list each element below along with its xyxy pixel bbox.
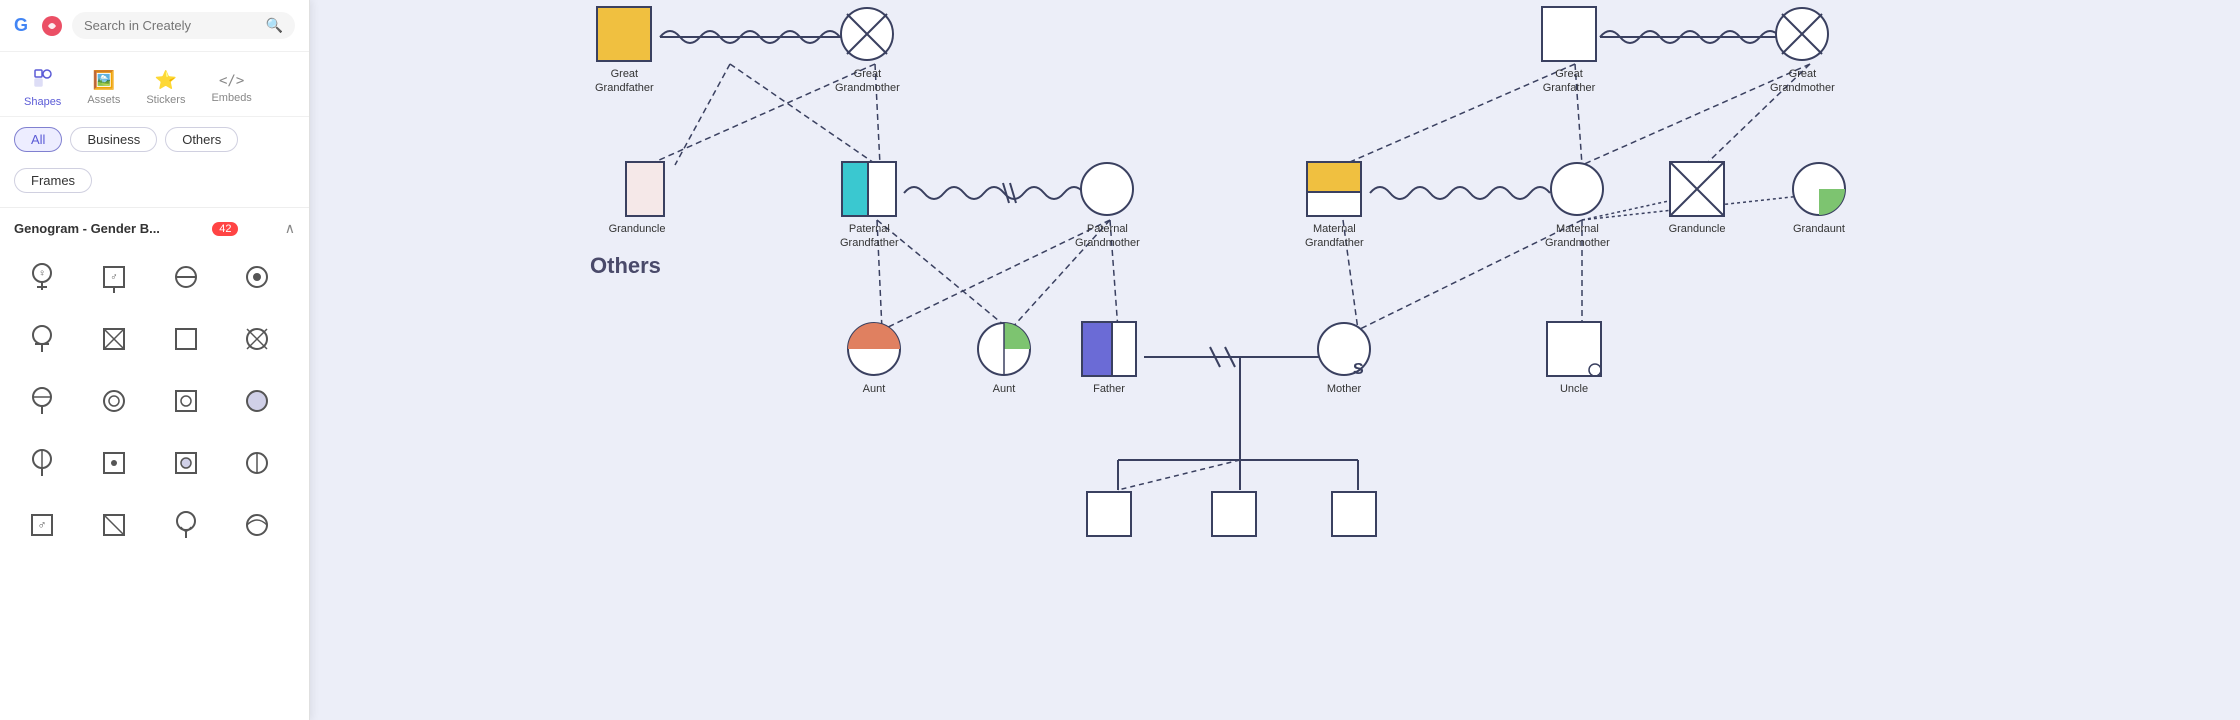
filter-row: All Business Others Frames <box>0 117 309 203</box>
tab-embeds-label: Embeds <box>211 92 251 104</box>
maternal-gf[interactable]: MaternalGrandfather <box>1305 160 1364 251</box>
shape-dot[interactable] <box>229 249 285 305</box>
tab-stickers-label: Stickers <box>146 94 185 106</box>
great-gf-maternal-label: GreatGranfather <box>1543 67 1596 96</box>
granduncle-maternal[interactable]: Granduncle <box>1668 160 1726 236</box>
shape-male[interactable]: ♂ <box>86 249 142 305</box>
maternal-gm-label: MaternalGrandmother <box>1545 222 1610 251</box>
shape-f6[interactable] <box>14 435 70 491</box>
great-gf-maternal[interactable]: GreatGranfather <box>1540 5 1598 96</box>
shape-f9[interactable] <box>229 497 285 553</box>
shapes-icon <box>33 68 53 93</box>
genogram-section: Genogram - Gender B... 42 ∧ ♀ ♂ <box>0 212 309 561</box>
child2[interactable] <box>1210 490 1258 538</box>
paternal-gm-label: PaternalGrandmother <box>1075 222 1140 251</box>
aunt1[interactable]: Aunt <box>845 320 903 396</box>
paternal-gf[interactable]: PaternalGrandfather <box>840 160 899 251</box>
shape-unknown[interactable] <box>158 249 214 305</box>
shape-m6[interactable] <box>158 435 214 491</box>
shape-f7[interactable] <box>229 435 285 491</box>
svg-canvas <box>310 0 2240 720</box>
paternal-gm[interactable]: PaternalGrandmother <box>1075 160 1140 251</box>
tab-assets-label: Assets <box>87 94 120 106</box>
tab-stickers[interactable]: ⭐ Stickers <box>136 64 195 114</box>
mother-label: Mother <box>1327 382 1361 396</box>
child1[interactable] <box>1085 490 1133 538</box>
aunt1-label: Aunt <box>863 382 886 396</box>
shape-f4[interactable] <box>14 373 70 429</box>
shape-female[interactable]: ♀ <box>14 249 70 305</box>
embeds-icon: </> <box>219 73 244 89</box>
divider <box>0 207 309 208</box>
google-icon: G <box>14 15 28 36</box>
mother[interactable]: S Mother <box>1315 320 1373 396</box>
shape-m4[interactable] <box>158 373 214 429</box>
granduncle-paternal[interactable]: Granduncle <box>608 160 666 236</box>
shape-dot2[interactable] <box>86 373 142 429</box>
uncle[interactable]: Uncle <box>1545 320 1603 396</box>
section-badge: 42 <box>212 222 238 236</box>
svg-text:♂: ♂ <box>110 272 118 283</box>
section-header: Genogram - Gender B... 42 ∧ <box>14 220 295 237</box>
shape-f2[interactable] <box>14 311 70 367</box>
shape-m3[interactable] <box>158 311 214 367</box>
great-gm-maternal-label: GreatGrandmother <box>1770 67 1835 96</box>
great-gm-paternal-label: GreatGrandmother <box>835 67 900 96</box>
granduncle-paternal-label: Granduncle <box>609 222 666 236</box>
great-gf-paternal[interactable]: GreatGrandfather <box>595 5 654 96</box>
grandaunt[interactable]: Grandaunt <box>1790 160 1848 236</box>
aunt2-label: Aunt <box>993 382 1016 396</box>
shapes-grid: ♀ ♂ <box>14 245 295 557</box>
grandaunt-label: Grandaunt <box>1793 222 1845 236</box>
tab-shapes-label: Shapes <box>24 96 61 108</box>
filter-others[interactable]: Others <box>165 127 238 152</box>
maternal-gm[interactable]: MaternalGrandmother <box>1545 160 1610 251</box>
shape-f5[interactable] <box>229 373 285 429</box>
granduncle-maternal-label: Granduncle <box>1669 222 1726 236</box>
search-bar: G 🔍 <box>0 0 309 52</box>
father[interactable]: Father <box>1080 320 1138 396</box>
tab-shapes[interactable]: Shapes <box>14 62 71 116</box>
tab-row: Shapes 🖼️ Assets ⭐ Stickers </> Embeds <box>0 52 309 117</box>
great-gf-paternal-label: GreatGrandfather <box>595 67 654 96</box>
shape-f8[interactable] <box>158 497 214 553</box>
search-input[interactable] <box>84 18 260 33</box>
sidebar: G 🔍 Shapes 🖼️ Assets <box>0 0 310 720</box>
great-gm-maternal[interactable]: GreatGrandmother <box>1770 5 1835 96</box>
great-gm-paternal[interactable]: GreatGrandmother <box>835 5 900 96</box>
svg-text:S: S <box>1353 361 1364 378</box>
section-title: Genogram - Gender B... <box>14 221 160 236</box>
others-label: Others <box>590 253 661 279</box>
tab-assets[interactable]: 🖼️ Assets <box>77 64 130 114</box>
tab-embeds[interactable]: </> Embeds <box>201 67 261 112</box>
canvas[interactable]: GreatGrandfather GreatGrandmother GreatG… <box>310 0 2240 720</box>
filter-all[interactable]: All <box>14 127 62 152</box>
search-icon: 🔍 <box>266 17 283 34</box>
uncle-label: Uncle <box>1560 382 1588 396</box>
svg-text:♀: ♀ <box>38 268 46 279</box>
shape-m7[interactable]: ♂ <box>14 497 70 553</box>
filter-business[interactable]: Business <box>70 127 157 152</box>
svg-text:♂: ♂ <box>38 518 47 532</box>
father-label: Father <box>1093 382 1125 396</box>
collapse-icon[interactable]: ∧ <box>285 220 295 237</box>
search-input-wrap[interactable]: 🔍 <box>72 12 295 39</box>
stickers-icon: ⭐ <box>155 70 177 91</box>
child3[interactable] <box>1330 490 1378 538</box>
shape-m8[interactable] <box>86 497 142 553</box>
frames-button[interactable]: Frames <box>14 168 92 193</box>
paternal-gf-label: PaternalGrandfather <box>840 222 899 251</box>
maternal-gf-label: MaternalGrandfather <box>1305 222 1364 251</box>
shape-f3[interactable] <box>229 311 285 367</box>
assets-icon: 🖼️ <box>93 70 115 91</box>
shape-m2[interactable] <box>86 311 142 367</box>
aunt2[interactable]: Aunt <box>975 320 1033 396</box>
shape-m5[interactable] <box>86 435 142 491</box>
creately-logo <box>40 14 64 38</box>
